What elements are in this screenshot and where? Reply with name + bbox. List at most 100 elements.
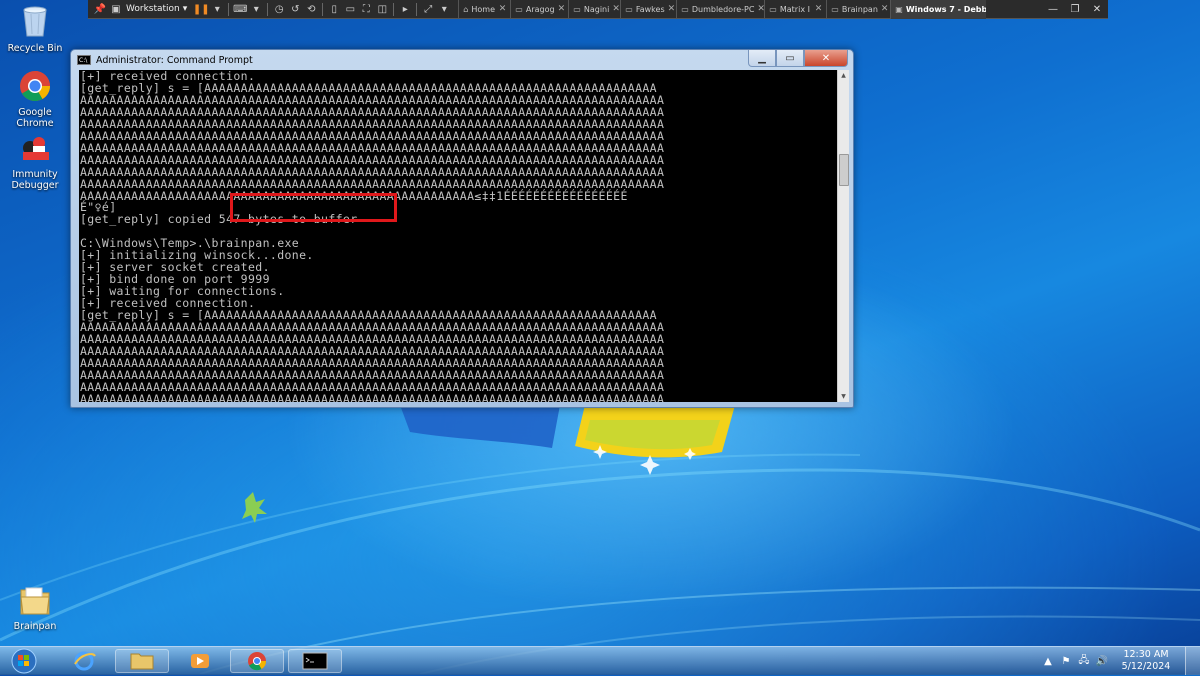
vm-icon: ▭ [515,4,523,14]
desktop-icon-label: Immunity Debugger [11,169,59,191]
clock-date: 5/12/2024 [1121,661,1171,672]
close-icon[interactable]: ✕ [668,4,676,14]
taskbar-file-explorer[interactable] [115,649,169,673]
tab-windows-7-debugger[interactable]: ▣ Windows 7 - Debb... ✕ [890,0,987,19]
tab-aragog[interactable]: ▭ Aragog ✕ [510,0,568,19]
pin-icon[interactable]: 📌 [92,2,108,17]
snapshot-manager-icon[interactable]: ⟲ [303,2,319,17]
system-tray: ▲ ⚑ 🖧 🔊 12:30 AM 5/12/2024 [1039,647,1200,675]
tab-label: Fawkes [635,4,665,14]
unity-icon[interactable]: ◫ [374,2,390,17]
thumbnail-icon[interactable]: ▭ [342,2,358,17]
minimize-button[interactable]: ▁ [748,50,776,67]
internet-explorer-icon [74,651,96,671]
recycle-bin-icon [23,6,47,37]
desktop-icon-label: Recycle Bin [7,43,63,54]
minimize-icon[interactable]: — [1042,0,1064,19]
tab-label: Home [471,4,495,14]
command-prompt-icon: C:\ [77,55,91,65]
tab-fawkes[interactable]: ▭ Fawkes ✕ [620,0,676,19]
toolbar-separator [322,2,324,16]
console-text: [+] received connection. [get_reply] s =… [80,70,665,402]
close-button[interactable]: ✕ [804,50,848,67]
vm-icon: ▭ [625,4,633,14]
media-player-icon [191,654,209,668]
chevron-down-icon[interactable]: ▾ [248,2,264,17]
close-icon[interactable]: ✕ [499,4,507,14]
scroll-up-icon[interactable]: ▲ [838,70,849,81]
immunity-debugger-icon [23,137,49,160]
chrome-icon [248,652,267,671]
taskbar-clock[interactable]: 12:30 AM 5/12/2024 [1111,649,1181,673]
vertical-scrollbar[interactable]: ▲ ▼ [837,70,849,402]
workstation-label: Workstation [126,4,180,14]
window-controls: ▁ ▭ ✕ [748,50,848,67]
home-icon: ⌂ [463,4,469,14]
vm-window-controls: — ❐ ✕ [1042,0,1108,19]
restore-icon[interactable]: ❐ [1064,0,1086,19]
desktop-icon-google-chrome[interactable]: Google Chrome [0,70,70,129]
fullscreen-icon[interactable]: ⛶ [358,2,374,17]
vm-toolbar: 📌 ▣ Workstation ▾ ❚❚ ▾ ⌨ ▾ ◷ ↺ ⟲ ▯ ▭ ⛶ ◫… [88,0,1108,19]
window-title: Administrator: Command Prompt [96,54,253,66]
toolbar-separator [267,2,269,16]
tab-nagini[interactable]: ▭ Nagini ✕ [568,0,620,19]
command-prompt-window[interactable]: C:\ Administrator: Command Prompt ▁ ▭ ✕ … [70,49,854,408]
desktop-icon-recycle-bin[interactable]: Recycle Bin [0,4,70,54]
clock-time: 12:30 AM [1123,649,1169,660]
chevron-down-icon[interactable]: ▾ [436,2,452,17]
send-keys-icon[interactable]: ⌨ [232,2,248,17]
snapshot-icon[interactable]: ◷ [271,2,287,17]
console-output[interactable]: [+] received connection. [get_reply] s =… [79,70,837,402]
show-hidden-icons-icon[interactable]: ▲ [1039,656,1057,667]
chrome-icon [20,71,51,102]
close-icon[interactable]: ✕ [1086,0,1108,19]
toolbar-separator [416,2,418,16]
show-desktop-button[interactable] [1185,647,1200,675]
taskbar-media-player[interactable] [172,649,226,673]
highlight-box [230,193,397,222]
stretch-icon[interactable]: ⤢ [420,2,436,17]
close-icon[interactable]: ✕ [558,4,566,14]
volume-icon[interactable]: 🔊 [1093,656,1111,667]
window-title-bar[interactable]: C:\ Administrator: Command Prompt [77,53,253,67]
taskbar-internet-explorer[interactable] [56,649,110,673]
revert-snapshot-icon[interactable]: ↺ [287,2,303,17]
desktop-icon-label: Brainpan [13,621,57,632]
workstation-menu[interactable]: Workstation ▾ [124,2,193,17]
tab-label: Matrix I [779,4,810,14]
desktop-icon-immunity-debugger[interactable]: Immunity Debugger [0,134,70,191]
workstation-icon: ▣ [111,3,121,15]
tab-home[interactable]: ⌂ Home ✕ [458,0,510,19]
scroll-down-icon[interactable]: ▼ [838,391,849,402]
taskbar-google-chrome[interactable] [230,649,284,673]
tab-label: Dumbledore-PC [691,4,755,14]
pause-icon[interactable]: ❚❚ [193,2,210,17]
tab-dumbledore-pc[interactable]: ▭ Dumbledore-PC ✕ [676,0,764,19]
taskbar: ▲ ⚑ 🖧 🔊 12:30 AM 5/12/2024 [0,646,1200,675]
scroll-thumb[interactable] [839,154,849,186]
vm-tab-bar: ⌂ Home ✕ ▭ Aragog ✕ ▭ Nagini ✕ ▭ Fawkes … [458,0,987,19]
maximize-button[interactable]: ▭ [776,50,804,67]
sidebar-toggle-icon[interactable]: ▯ [326,2,342,17]
taskbar-command-prompt[interactable] [288,649,342,673]
tab-label: Brainpan [841,4,878,14]
action-center-flag-icon[interactable]: ⚑ [1057,656,1075,667]
vm-icon: ▭ [831,4,839,14]
tab-brainpan[interactable]: ▭ Brainpan ✕ [826,0,890,19]
vm-icon: ▭ [681,4,689,14]
console-view-icon[interactable]: ▸ [397,2,413,17]
close-icon[interactable]: ✕ [757,4,764,14]
command-prompt-icon [302,652,328,670]
tab-matrix-i[interactable]: ▭ Matrix I ✕ [764,0,826,19]
folder-icon [20,587,50,615]
network-icon[interactable]: 🖧 [1075,653,1093,670]
close-icon[interactable]: ✕ [612,4,620,14]
chevron-down-icon[interactable]: ▾ [209,2,225,17]
start-button[interactable] [5,648,43,674]
desktop-icon-brainpan[interactable]: Brainpan [0,584,70,632]
close-icon[interactable]: ✕ [881,4,889,14]
close-icon[interactable]: ✕ [815,4,823,14]
folder-icon [130,653,154,670]
chevron-down-icon: ▾ [182,4,188,14]
